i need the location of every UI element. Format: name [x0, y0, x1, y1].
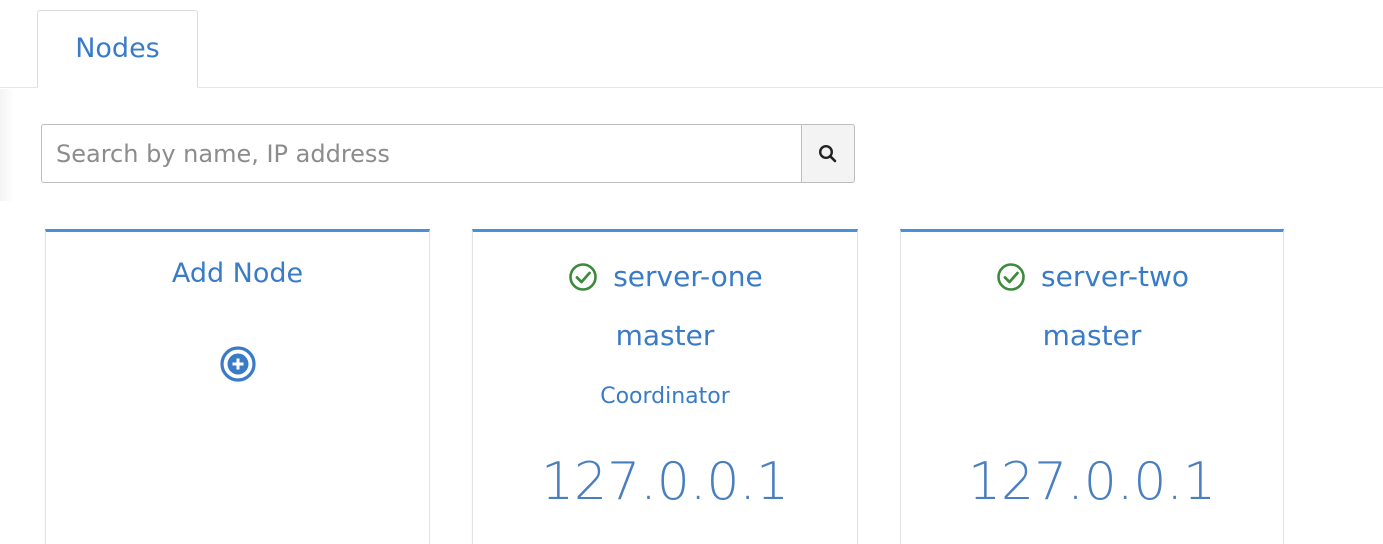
tab-divider — [0, 87, 1383, 88]
search-group — [41, 124, 855, 183]
tab-strip: Nodes — [0, 0, 1383, 88]
search-icon — [818, 144, 837, 162]
node-card[interactable]: server-two master 127.0.0.1 — [900, 229, 1284, 544]
check-circle-icon — [997, 262, 1025, 291]
node-card[interactable]: server-one master Coordinator 127.0.0.1 — [472, 229, 858, 544]
node-header: server-one — [473, 260, 857, 293]
node-ip: 127.0.0.1 — [540, 452, 790, 512]
node-name[interactable]: server-two — [1041, 260, 1189, 293]
add-node-title: Add Node — [171, 258, 304, 289]
search-button[interactable] — [801, 124, 855, 183]
tab-nodes[interactable]: Nodes — [37, 10, 198, 88]
node-ip: 127.0.0.1 — [967, 452, 1217, 512]
search-input[interactable] — [41, 124, 801, 183]
node-name[interactable]: server-one — [613, 260, 763, 293]
plus-circle-icon[interactable] — [218, 344, 258, 384]
tab-nodes-label: Nodes — [75, 33, 160, 64]
node-tag: Coordinator — [600, 384, 730, 409]
node-header: server-two — [901, 260, 1283, 293]
nodes-page: Nodes Add Node server-one — [0, 0, 1383, 544]
node-role: master — [615, 319, 715, 352]
add-node-card[interactable]: Add Node — [45, 229, 430, 544]
node-role: master — [1042, 319, 1142, 352]
check-circle-icon — [569, 262, 598, 291]
